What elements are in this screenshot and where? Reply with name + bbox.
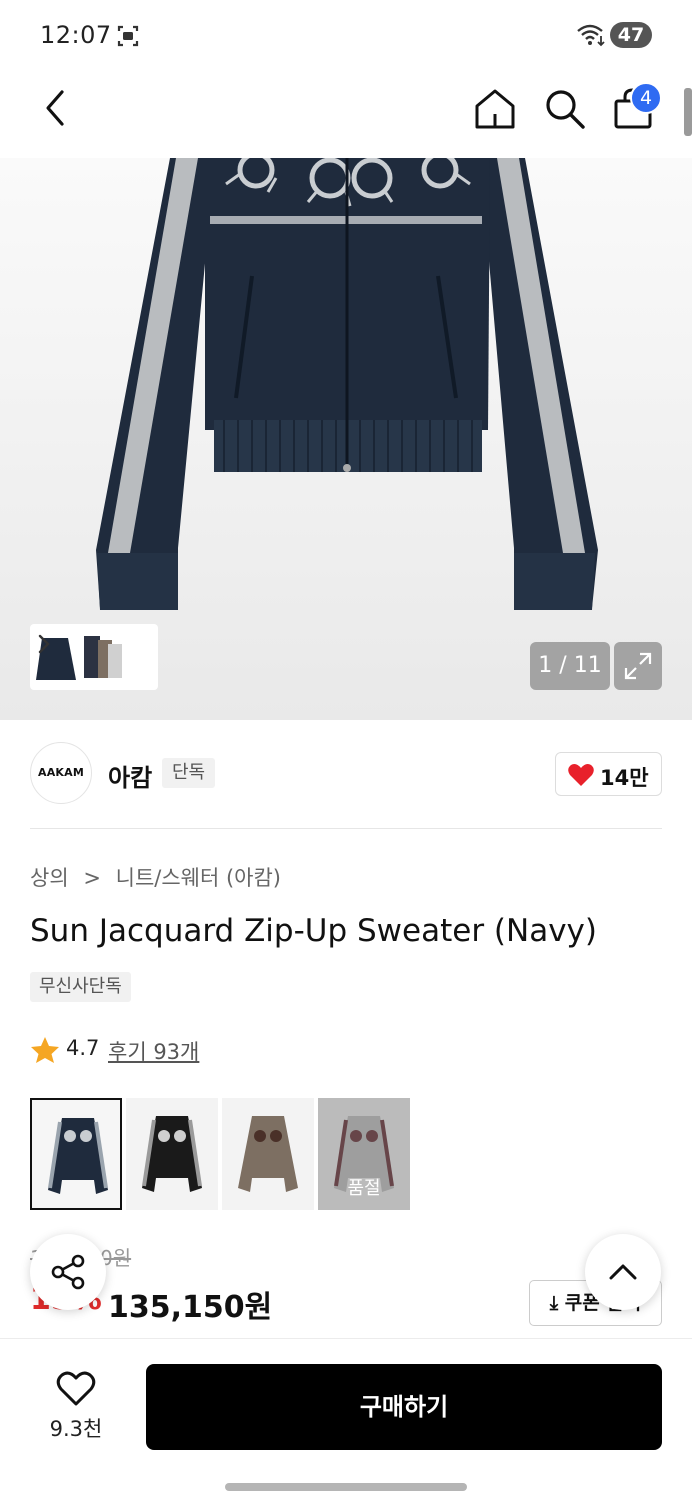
battery-indicator: 47 [610, 22, 652, 48]
chevron-up-icon [609, 1264, 637, 1280]
home-icon[interactable] [472, 86, 518, 132]
breadcrumb-separator: > [83, 866, 101, 890]
brand-like-count: 14만 [600, 766, 649, 790]
breadcrumb: 상의 > 니트/스웨터 (아캄) [30, 862, 281, 892]
screenshot-icon [117, 25, 139, 47]
variant-brown[interactable] [222, 1098, 314, 1210]
sold-out-label: 품절 [347, 1178, 381, 1199]
status-time: 12:07 [40, 21, 112, 49]
brand-logo[interactable]: AAKAM [30, 742, 92, 804]
home-indicator [225, 1483, 467, 1491]
scroll-to-top-button[interactable] [585, 1234, 661, 1310]
rating-score: 4.7 [66, 1036, 100, 1060]
divider [30, 828, 662, 829]
scroll-indicator [684, 88, 692, 136]
top-navigation: 4 [0, 72, 692, 158]
expand-icon [624, 652, 652, 680]
expand-image-button[interactable] [614, 642, 662, 690]
breadcrumb-category[interactable]: 상의 [30, 862, 69, 892]
star-icon [31, 1037, 59, 1063]
color-variants: 품절 [30, 1098, 430, 1210]
exclusive-tag: 무신사단독 [30, 972, 131, 1002]
product-title: Sun Jacquard Zip-Up Sweater (Navy) [30, 913, 597, 949]
price-area: 159,000원 15% 135,150원 ⤓ 쿠폰 받기 [30, 1240, 662, 1330]
variant-navy-image [48, 1118, 108, 1194]
variant-navy[interactable] [30, 1098, 122, 1210]
chevron-right-icon [38, 634, 50, 654]
share-button[interactable] [30, 1234, 106, 1310]
bottom-action-bar: 9.3천 구매하기 [0, 1338, 692, 1500]
heart-filled-icon [568, 764, 594, 786]
cart-count-badge: 4 [630, 82, 662, 114]
buy-button[interactable]: 구매하기 [146, 1364, 662, 1450]
wishlist-count: 9.3천 [49, 1417, 103, 1441]
final-price: 135,150원 [108, 1290, 273, 1325]
brand-exclusive-tag: 단독 [162, 758, 216, 788]
brand-row: AAKAM 아캄 단독 14만 [30, 742, 662, 806]
review-count-link[interactable]: 후기 93개 [108, 1036, 199, 1066]
variant-grey[interactable]: 품절 [318, 1098, 410, 1210]
status-bar: 12:07 47 [0, 0, 692, 72]
wifi-icon [577, 24, 605, 47]
image-page-counter: 1 / 11 [530, 642, 610, 690]
variant-black[interactable] [126, 1098, 218, 1210]
back-arrow-icon[interactable] [36, 86, 76, 130]
breadcrumb-subcategory[interactable]: 니트/스웨터 (아캄) [116, 862, 281, 892]
thumbnail-strip[interactable] [30, 624, 158, 690]
variant-brown-image [238, 1116, 298, 1192]
wishlist-heart-icon[interactable] [56, 1371, 96, 1407]
brand-like-button[interactable]: 14만 [555, 752, 662, 796]
product-image-gallery[interactable]: 1 / 11 [0, 158, 692, 720]
search-icon[interactable] [542, 86, 588, 132]
share-icon [51, 1254, 85, 1290]
variant-black-image [142, 1116, 202, 1192]
brand-name[interactable]: 아캄 [108, 758, 152, 793]
